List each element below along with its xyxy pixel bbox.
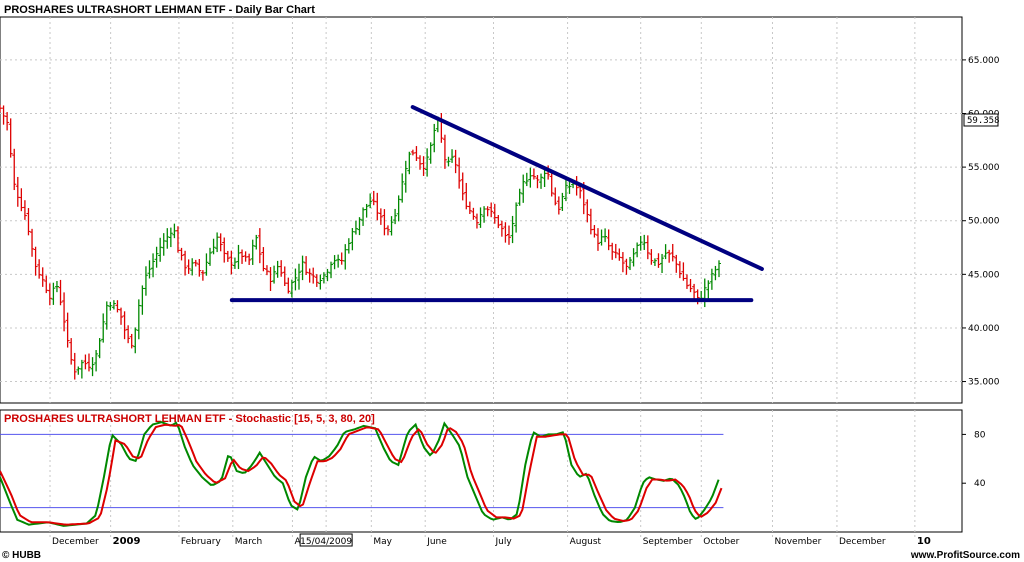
price-tick-label: 40.000 — [968, 324, 1000, 334]
x-axis-label: November — [774, 537, 821, 547]
x-axis-label: March — [235, 537, 262, 547]
footer-website: www.ProfitSource.com — [910, 550, 1020, 561]
footer-copyright: © HUBB — [2, 550, 41, 561]
stochastic-tick-label: 80 — [974, 430, 986, 440]
x-axis-label: 2009 — [113, 536, 141, 547]
last-value-marker: 59.358 — [963, 113, 1000, 127]
price-chart-canvas: PROSHARES ULTRASHORT LEHMAN ETF - Daily … — [0, 0, 1024, 562]
price-chart-title: PROSHARES ULTRASHORT LEHMAN ETF - Daily … — [4, 4, 315, 16]
x-axis-label: December — [839, 537, 886, 547]
price-tick-label: 55.000 — [968, 163, 1000, 173]
x-axis-label: December — [52, 537, 99, 547]
price-tick-label: 65.000 — [968, 56, 1000, 66]
x-axis-label: 10 — [917, 536, 931, 547]
chart-background — [0, 0, 1024, 562]
price-tick-label: 35.000 — [968, 378, 1000, 388]
stochastic-tick-label: 40 — [974, 479, 986, 489]
x-axis-label: June — [426, 537, 447, 547]
x-axis-label: October — [703, 537, 739, 547]
x-axis-label: July — [495, 537, 513, 547]
x-axis-label: May — [373, 537, 392, 547]
stochastic-title: PROSHARES ULTRASHORT LEHMAN ETF - Stocha… — [4, 413, 375, 425]
price-tick-label: 45.000 — [968, 270, 1000, 280]
last-value-label: 59.358 — [967, 116, 1000, 126]
price-tick-label: 50.000 — [968, 217, 1000, 227]
x-axis-label: September — [643, 537, 693, 547]
x-axis-label: 15/04/2009 — [300, 537, 352, 547]
x-axis-label: August — [570, 537, 602, 547]
x-axis-label: February — [181, 537, 222, 547]
